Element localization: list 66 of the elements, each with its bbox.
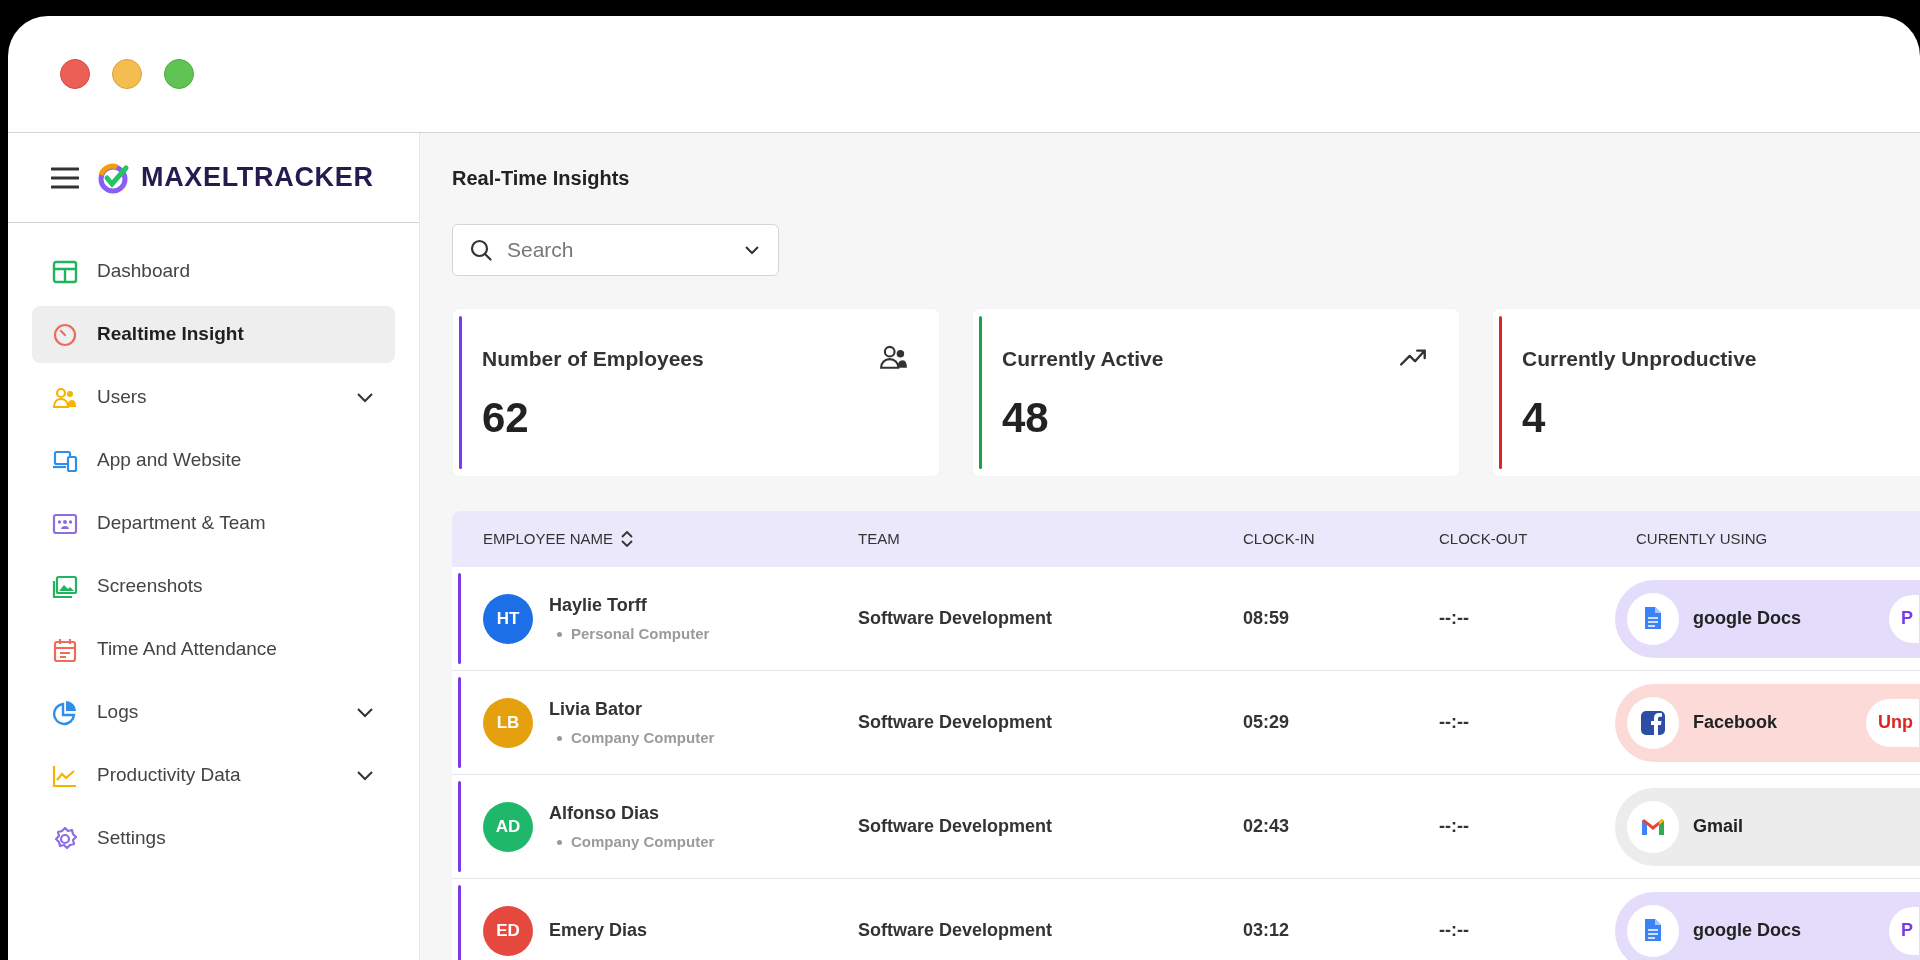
- bullet-icon: [557, 839, 562, 845]
- brand-name: MAXELTRACKER: [141, 161, 374, 195]
- sort-icon: [621, 531, 634, 547]
- column-header: CURENTLY USING: [1636, 528, 1768, 549]
- chevron-down-icon: [357, 392, 373, 403]
- facebook-icon: [1639, 708, 1667, 737]
- column-header: CLOCK-IN: [1243, 528, 1315, 549]
- team-cell-text: Software Development: [858, 607, 1054, 630]
- avatar: AD: [483, 801, 533, 852]
- minimize-window-button[interactable]: [112, 59, 142, 89]
- search-field[interactable]: Search: [452, 224, 779, 276]
- timer-icon: [52, 321, 78, 348]
- clock-in-cell-text: 08:59: [1243, 607, 1291, 630]
- card-value: 62: [482, 397, 530, 439]
- status-badge: P: [1889, 906, 1919, 955]
- calendar-icon: [52, 636, 78, 663]
- avatar: HT: [483, 593, 533, 644]
- sidebar-item[interactable]: Realtime Insight: [32, 306, 395, 363]
- employee-name: Haylie Torff: [549, 593, 648, 617]
- image-icon: [52, 573, 78, 600]
- card-title: Number of Employees: [482, 346, 704, 372]
- chevron-down-icon: [357, 707, 373, 718]
- users-icon: [879, 343, 909, 371]
- device-label: Personal Computer: [571, 623, 710, 644]
- settings-icon: [52, 825, 78, 852]
- clock-in-cell-text: 02:43: [1243, 815, 1291, 838]
- device-label: Company Computer: [571, 831, 715, 852]
- device-label: Company Computer: [571, 727, 715, 748]
- team-cell-text: Software Development: [858, 815, 1054, 838]
- avatar: ED: [483, 905, 533, 956]
- clock-out-cell-text: --:--: [1439, 815, 1470, 838]
- menu-icon[interactable]: [51, 166, 79, 189]
- dashboard-icon: [52, 258, 78, 285]
- team-cell-text: Software Development: [858, 711, 1054, 734]
- clock-in-cell-text: 03:12: [1243, 919, 1291, 942]
- column-header: EMPLOYEE NAME: [483, 528, 614, 549]
- clock-out-cell-text: --:--: [1439, 919, 1470, 942]
- pie-chart-icon: [52, 699, 78, 726]
- status-badge: P: [1889, 594, 1919, 643]
- page-title: Real-Time Insights: [452, 166, 631, 189]
- employee-name: Alfonso Dias: [549, 801, 660, 825]
- card-title: Currently Unproductive: [1522, 346, 1757, 372]
- avatar: LB: [483, 697, 533, 748]
- app-name: google Docs: [1692, 919, 1802, 942]
- bullet-icon: [557, 735, 562, 741]
- card-value: 48: [1002, 397, 1050, 439]
- status-badge: Unp: [1866, 698, 1919, 747]
- team-cell-text: Software Development: [858, 919, 1054, 942]
- chevron-down-icon: [745, 246, 759, 255]
- employee-name: Livia Bator: [549, 697, 644, 721]
- search-icon: [470, 239, 492, 261]
- app-name: Facebook: [1692, 711, 1779, 734]
- clock-out-cell-text: --:--: [1439, 607, 1470, 630]
- employee-name: Emery Dias: [549, 919, 648, 942]
- clock-in-cell-text: 05:29: [1243, 711, 1291, 734]
- column-header: TEAM: [858, 528, 900, 549]
- column-header: CLOCK-OUT: [1439, 528, 1528, 549]
- chevron-down-icon: [357, 770, 373, 781]
- bullet-icon: [557, 631, 562, 637]
- clock-out-cell-text: --:--: [1439, 711, 1470, 734]
- card-value: 4: [1522, 397, 1547, 439]
- close-window-button[interactable]: [60, 59, 90, 89]
- maximize-window-button[interactable]: [164, 59, 194, 89]
- app-name: google Docs: [1692, 607, 1802, 630]
- app-name: Gmail: [1692, 815, 1745, 838]
- card-title: Currently Active: [1002, 346, 1164, 372]
